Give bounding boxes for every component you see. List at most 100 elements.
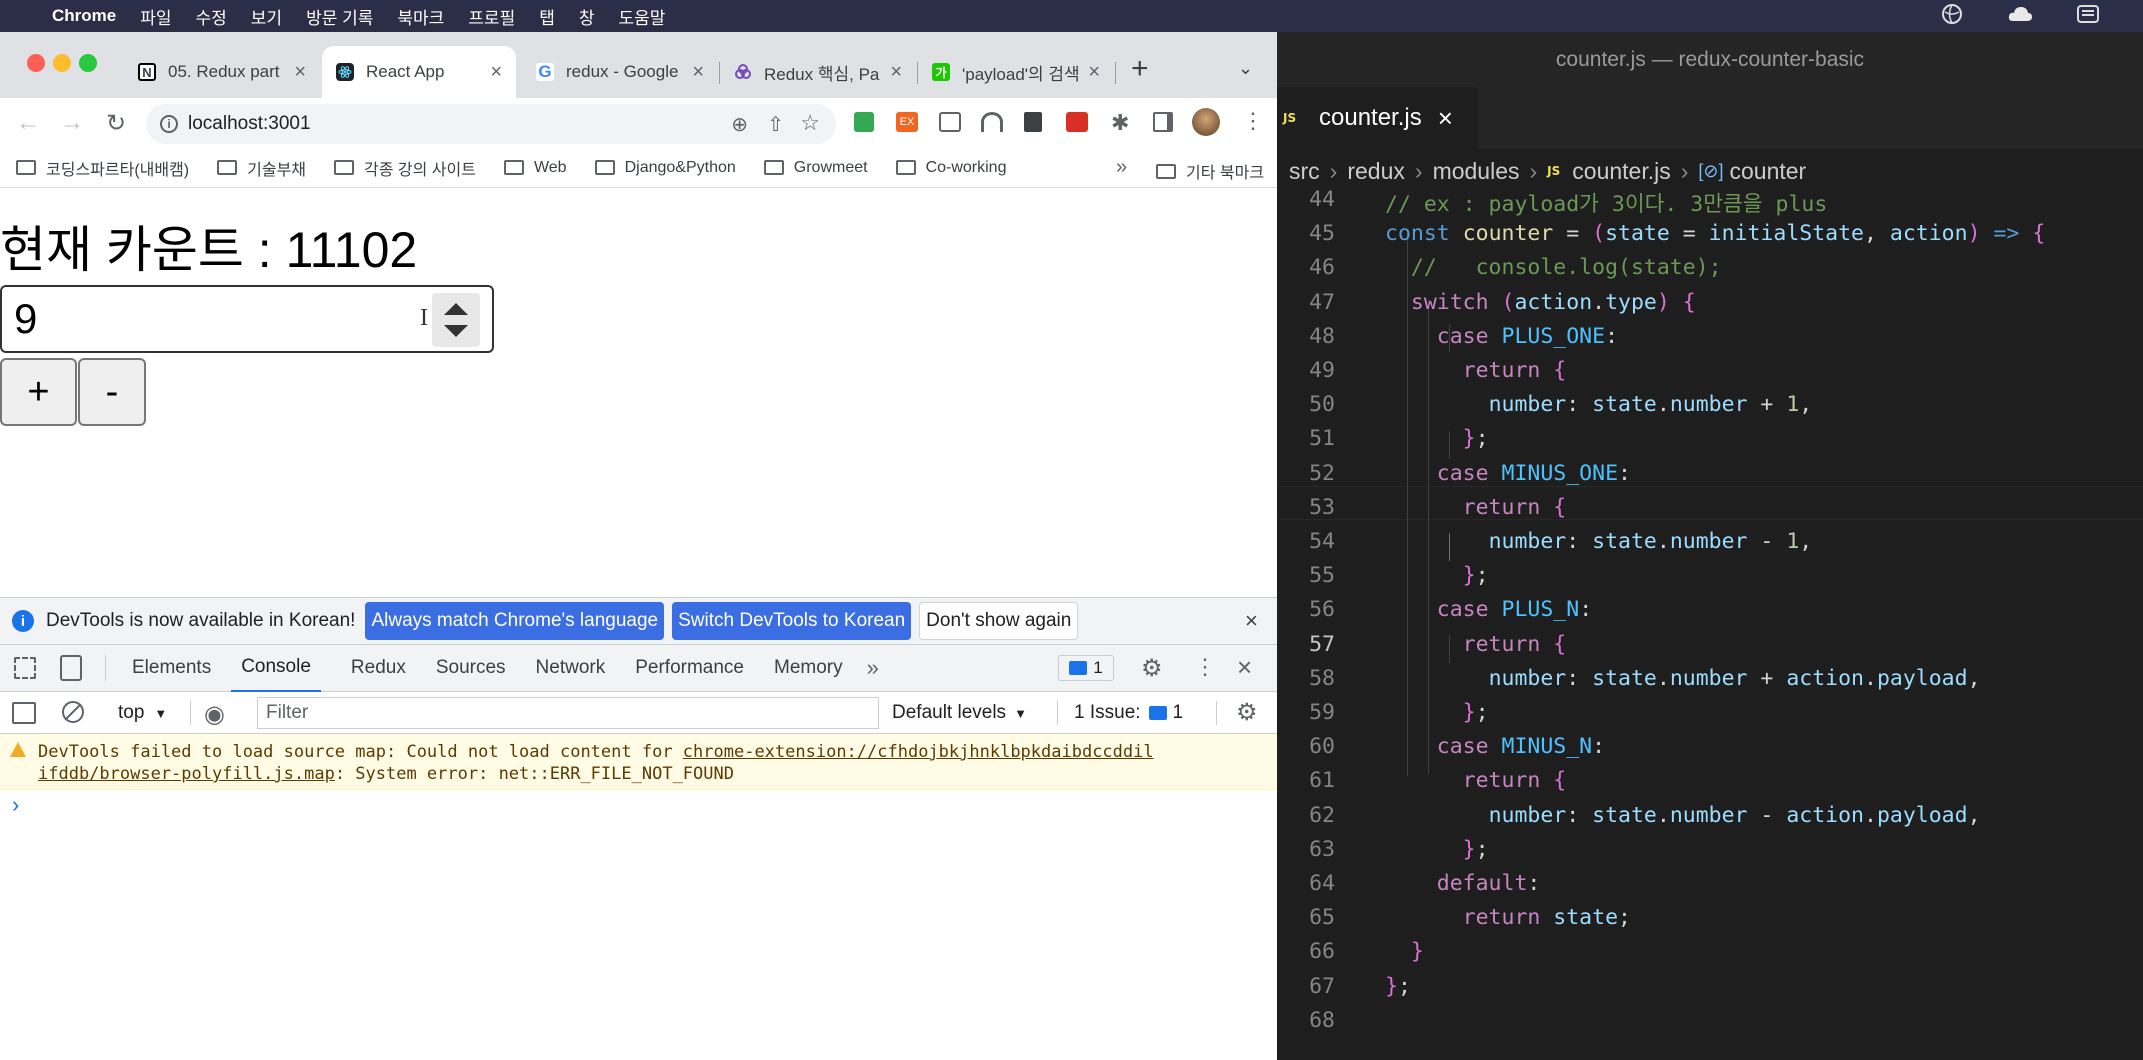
clear-console-icon[interactable]: [62, 701, 84, 723]
reload-icon[interactable]: ↻: [98, 105, 134, 141]
menu-app-name[interactable]: Chrome: [52, 6, 116, 26]
number-input-value: 9: [14, 295, 38, 342]
code-editor[interactable]: 44 // ex : payload가 3이다. 3만큼을 plus 45 const…: [1277, 187, 2143, 1060]
status-controlcenter-icon[interactable]: [2077, 4, 2099, 28]
live-expression-eye-icon[interactable]: ◉: [204, 700, 225, 729]
side-panel-icon[interactable]: [1153, 112, 1173, 132]
tab-google-search[interactable]: G redux - Google ×: [522, 46, 718, 98]
console-filter-input[interactable]: Filter: [257, 697, 879, 729]
other-bookmarks-folder[interactable]: 기타 북마크: [1156, 159, 1264, 183]
source-map-link-continued[interactable]: ifddb/browser-polyfill.js.map: [38, 764, 335, 784]
messages-badge[interactable]: 1: [1058, 655, 1114, 681]
tab-search-chevron-down-icon[interactable]: ⌄: [1238, 58, 1253, 79]
extension-arc-icon[interactable]: [981, 112, 1003, 132]
tab-elements[interactable]: Elements: [132, 657, 211, 679]
close-tab-icon[interactable]: ×: [890, 61, 902, 84]
tab-notion[interactable]: N 05. Redux part ×: [124, 46, 320, 98]
settings-gear-icon[interactable]: ⚙: [1141, 654, 1163, 683]
tab-redux-core[interactable]: Redux 핵심, Par ×: [720, 46, 916, 98]
zoom-icon[interactable]: ⊕: [731, 112, 748, 137]
extensions-puzzle-icon[interactable]: ✱: [1111, 110, 1129, 136]
extension-red-icon[interactable]: [1066, 112, 1088, 132]
zoom-window-icon[interactable]: [79, 54, 97, 72]
tab-console[interactable]: Console: [231, 656, 321, 693]
breadcrumb-item[interactable]: redux: [1347, 158, 1405, 185]
line-number: 62: [1309, 802, 1335, 828]
close-tab-icon[interactable]: ×: [490, 61, 502, 84]
breadcrumb-item[interactable]: src: [1289, 158, 1320, 185]
bookmark-folder[interactable]: 기술부채: [217, 156, 306, 180]
close-infobar-icon[interactable]: ×: [1245, 608, 1258, 634]
plus-button[interactable]: +: [0, 358, 77, 426]
tab-memory[interactable]: Memory: [774, 657, 843, 679]
inspect-element-icon[interactable]: [14, 657, 36, 679]
line-number: 47: [1309, 289, 1335, 315]
bookmark-star-icon[interactable]: ☆: [800, 110, 820, 136]
tab-network[interactable]: Network: [536, 657, 606, 679]
menu-view[interactable]: 보기: [251, 4, 282, 29]
number-spinner[interactable]: [432, 293, 480, 347]
site-info-icon[interactable]: i: [160, 115, 178, 133]
bookmark-folder[interactable]: 각종 강의 사이트: [334, 156, 476, 180]
code-line: number: state.number - action.payload,: [1488, 802, 1981, 828]
devtools-menu-kebab-icon[interactable]: ⋮: [1194, 654, 1216, 680]
sidebar-toggle-icon[interactable]: [12, 702, 36, 724]
extension-ex-icon[interactable]: EX: [896, 112, 918, 132]
extension-trash-icon[interactable]: [1024, 112, 1042, 132]
dont-show-again-button[interactable]: Don't show again: [919, 602, 1079, 640]
close-tab-icon[interactable]: ×: [692, 61, 704, 84]
close-window-icon[interactable]: [27, 54, 45, 72]
menu-file[interactable]: 파일: [140, 4, 171, 29]
more-tabs-chevron-icon[interactable]: »: [867, 655, 879, 681]
breadcrumb-item[interactable]: counter.js: [1572, 158, 1670, 185]
menu-tab[interactable]: 탭: [539, 4, 555, 29]
tab-redux[interactable]: Redux: [351, 657, 406, 679]
log-levels-dropdown[interactable]: Default levels ▼: [892, 702, 1027, 724]
new-tab-button[interactable]: +: [1131, 52, 1149, 86]
number-input[interactable]: 9 I: [0, 285, 494, 353]
tab-naver-search[interactable]: 가 'payload'의 검색 ×: [918, 46, 1114, 98]
address-bar[interactable]: i localhost:3001 ⊕ ⇧ ☆: [146, 104, 836, 144]
menu-profile[interactable]: 프로필: [468, 4, 515, 29]
tab-performance[interactable]: Performance: [635, 657, 744, 679]
minimize-window-icon[interactable]: [53, 54, 71, 72]
close-tab-icon[interactable]: ×: [1438, 103, 1453, 134]
context-selector[interactable]: top ▼: [118, 702, 167, 724]
issues-counter[interactable]: 1 Issue: 1: [1074, 702, 1183, 724]
menu-help[interactable]: 도움말: [619, 4, 666, 29]
bookmark-folder[interactable]: 코딩스파르타(내배캠): [16, 156, 189, 180]
close-tab-icon[interactable]: ×: [1088, 61, 1100, 84]
back-arrow-icon[interactable]: ←: [10, 105, 46, 141]
minus-button[interactable]: -: [78, 358, 146, 426]
switch-devtools-korean-button[interactable]: Switch DevTools to Korean: [672, 602, 912, 640]
bookmark-folder[interactable]: Web: [503, 159, 567, 177]
status-cloud-icon[interactable]: [2007, 4, 2033, 29]
breadcrumb-item[interactable]: modules: [1433, 158, 1520, 185]
always-match-language-button[interactable]: Always match Chrome's language: [365, 602, 665, 640]
profile-avatar[interactable]: [1192, 108, 1220, 136]
more-bookmarks-button[interactable]: »: [1116, 156, 1127, 179]
breadcrumb-item[interactable]: counter: [1730, 158, 1807, 185]
menu-bookmarks[interactable]: 북마크: [397, 4, 444, 29]
forward-arrow-icon[interactable]: →: [54, 105, 90, 141]
share-icon[interactable]: ⇧: [767, 112, 784, 137]
menu-edit[interactable]: 수정: [196, 4, 227, 29]
editor-tab-counter-js[interactable]: JS counter.js ×: [1277, 87, 1478, 149]
tab-sources[interactable]: Sources: [436, 657, 506, 679]
bookmark-folder[interactable]: Co-working: [895, 159, 1006, 177]
chrome-menu-kebab-icon[interactable]: ⋮: [1242, 108, 1264, 134]
extension-screenshot-icon[interactable]: [939, 112, 961, 132]
status-globe-icon[interactable]: [1941, 3, 1963, 30]
bookmark-folder[interactable]: Growmeet: [763, 159, 868, 177]
extension-green-icon[interactable]: [854, 112, 874, 132]
source-map-link[interactable]: chrome-extension://cfhdojbkjhnklbpkdaibd…: [683, 742, 1154, 762]
bookmark-folder[interactable]: Django&Python: [594, 159, 736, 177]
close-devtools-icon[interactable]: ×: [1237, 652, 1252, 683]
close-tab-icon[interactable]: ×: [294, 61, 306, 84]
device-toolbar-icon[interactable]: [60, 655, 82, 681]
console-prompt[interactable]: ›: [12, 792, 19, 818]
menu-window[interactable]: 창: [579, 4, 595, 29]
menu-history[interactable]: 방문 기록: [306, 4, 373, 29]
console-settings-gear-icon[interactable]: ⚙: [1236, 698, 1258, 727]
tab-react-app[interactable]: React App ×: [322, 46, 516, 98]
